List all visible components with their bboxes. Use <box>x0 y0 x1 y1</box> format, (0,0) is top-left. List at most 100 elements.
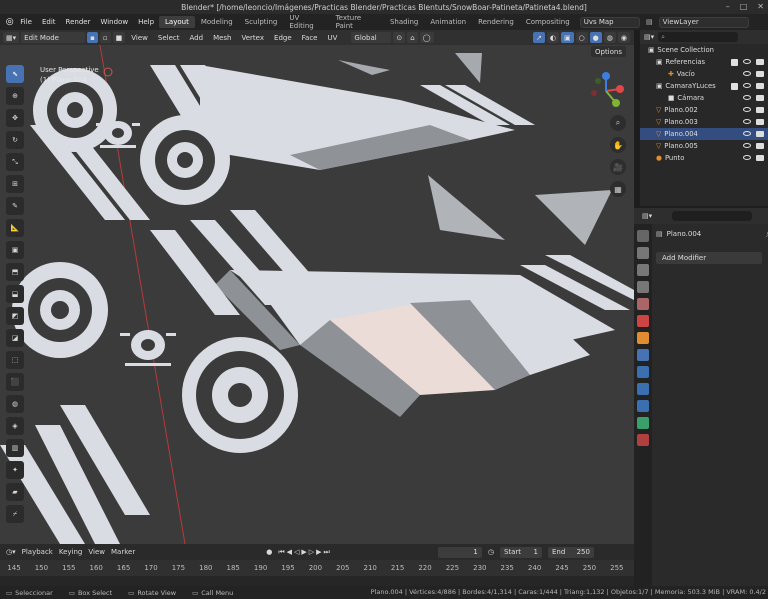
inset-tool-icon[interactable]: ⬓ <box>6 285 24 303</box>
transform-orientation-dropdown[interactable]: Global <box>351 32 392 43</box>
menu-playback[interactable]: Playback <box>22 548 53 556</box>
mesh-canvas[interactable] <box>0 45 634 544</box>
menu-uv[interactable]: UV <box>323 34 341 42</box>
outliner-row-punto[interactable]: ● Punto <box>640 152 768 164</box>
eye-icon[interactable] <box>743 95 751 100</box>
data-tab-icon[interactable] <box>637 417 649 429</box>
checkbox-icon[interactable] <box>731 58 738 66</box>
outliner-row-plano-004[interactable]: ▽ Plano.004 <box>640 128 768 140</box>
menu-view[interactable]: View <box>127 34 152 42</box>
navigation-gizmo[interactable] <box>586 71 626 111</box>
gizmo-toggle-icon[interactable]: ↗ <box>532 32 545 43</box>
playback-controls[interactable]: ⏮◀◁▶▷▶⏭ <box>278 548 332 557</box>
physics-tab-icon[interactable] <box>637 383 649 395</box>
render-camera-icon[interactable] <box>756 58 764 65</box>
shading-wire-icon[interactable]: ○ <box>575 32 588 43</box>
maximize-icon[interactable]: □ <box>740 2 748 11</box>
add-modifier-dropdown[interactable]: Add Modifier <box>656 252 762 264</box>
shading-render-icon[interactable]: ◉ <box>617 32 630 43</box>
transform-tool-icon[interactable]: ⊞ <box>6 175 24 193</box>
timeline-editor-icon[interactable]: ◷▾ <box>6 548 16 556</box>
menu-edit[interactable]: Edit <box>37 18 61 26</box>
menu-window[interactable]: Window <box>95 18 133 26</box>
perspective-grid-icon[interactable]: ▦ <box>610 181 626 197</box>
add-cube-tool-icon[interactable]: ▣ <box>6 241 24 259</box>
object-tab-icon[interactable] <box>637 332 649 344</box>
end-frame-field[interactable]: End 250 <box>547 546 594 558</box>
tab-animation[interactable]: Animation <box>424 16 472 28</box>
scale-tool-icon[interactable]: ⤡ <box>6 153 24 171</box>
eye-icon[interactable] <box>743 119 751 124</box>
record-icon[interactable]: ● <box>266 548 272 556</box>
cursor-tool-icon[interactable]: ⊕ <box>6 87 24 105</box>
outliner-row-referencias[interactable]: ▣ Referencias <box>640 56 768 68</box>
render-camera-icon[interactable] <box>756 107 764 113</box>
menu-view-timeline[interactable]: View <box>88 548 105 556</box>
timeline-scrollbar[interactable] <box>0 576 634 586</box>
scene-tab-icon[interactable] <box>637 298 649 310</box>
eye-icon[interactable] <box>743 143 751 148</box>
shear-tool-icon[interactable]: ▰ <box>6 483 24 501</box>
menu-face[interactable]: Face <box>298 34 322 42</box>
close-icon[interactable]: ✕ <box>757 2 764 11</box>
eye-icon[interactable] <box>743 155 751 160</box>
shading-material-icon[interactable]: ◍ <box>603 32 616 43</box>
measure-tool-icon[interactable]: 📐 <box>6 219 24 237</box>
modifier-tab-icon[interactable] <box>637 349 649 361</box>
menu-edge[interactable]: Edge <box>270 34 296 42</box>
xray-icon[interactable]: ▣ <box>560 32 574 43</box>
tab-texture-paint[interactable]: Texture Paint <box>330 12 384 32</box>
timeline-ruler[interactable]: 145 150 155 160 165 170 175 180 185 190 195 200 205 2… <box>0 560 634 586</box>
options-dropdown[interactable]: Options <box>590 46 626 57</box>
tab-compositing[interactable]: Compositing <box>520 16 576 28</box>
face-select-button[interactable]: ■ <box>112 32 126 43</box>
overlay-icon[interactable]: ◐ <box>546 32 559 43</box>
polybuild-tool-icon[interactable]: ⬛ <box>6 373 24 391</box>
proportional-icon[interactable]: ◯ <box>419 32 434 43</box>
edge-select-button[interactable]: ▫ <box>99 32 111 43</box>
menu-render[interactable]: Render <box>61 18 96 26</box>
menu-vertex[interactable]: Vertex <box>238 34 269 42</box>
particles-tab-icon[interactable] <box>637 366 649 378</box>
extrude-tool-icon[interactable]: ⬒ <box>6 263 24 281</box>
view-layer-selector[interactable]: ▤ ViewLayer <box>640 14 768 30</box>
world-tab-icon[interactable] <box>637 315 649 327</box>
knife-tool-icon[interactable]: ⬚ <box>6 351 24 369</box>
pan-hand-icon[interactable]: ✋ <box>610 137 626 153</box>
minimize-icon[interactable]: – <box>726 2 730 11</box>
tab-sculpting[interactable]: Sculpting <box>239 16 284 28</box>
constraints-tab-icon[interactable] <box>637 400 649 412</box>
camera-view-icon[interactable]: 🎥 <box>610 159 626 175</box>
pivot-icon[interactable]: ⊙ <box>393 32 406 43</box>
edit-mode-dropdown[interactable]: Edit Mode <box>21 32 86 43</box>
outliner-row-plano-003[interactable]: ▽ Plano.003 <box>640 116 768 128</box>
uvs-map-field[interactable]: Uvs Map <box>579 16 640 28</box>
outliner-row-plano-005[interactable]: ▽ Plano.005 <box>640 140 768 152</box>
outliner-row-camarayluces[interactable]: ▣ CamaraYLuces <box>640 80 768 92</box>
menu-mesh[interactable]: Mesh <box>209 34 235 42</box>
checkbox-icon[interactable] <box>731 82 738 90</box>
annotate-tool-icon[interactable]: ✎ <box>6 197 24 215</box>
vertex-select-button[interactable]: ▪ <box>87 32 98 43</box>
outliner-row-vac-o[interactable]: ✚ Vacío <box>640 68 768 80</box>
render-camera-icon[interactable] <box>756 143 764 149</box>
output-tab-icon[interactable] <box>637 264 649 276</box>
tool-tab-icon[interactable] <box>637 230 649 242</box>
render-camera-icon[interactable] <box>756 95 764 101</box>
tab-rendering[interactable]: Rendering <box>472 16 520 28</box>
material-tab-icon[interactable] <box>637 434 649 446</box>
blender-logo-icon[interactable]: ◎ <box>4 17 15 27</box>
select-tool-icon[interactable]: ⬉ <box>6 65 24 83</box>
spin-tool-icon[interactable]: ◍ <box>6 395 24 413</box>
eye-icon[interactable] <box>743 58 751 64</box>
shrink-tool-icon[interactable]: ✦ <box>6 461 24 479</box>
menu-add[interactable]: Add <box>186 34 208 42</box>
eye-icon[interactable] <box>743 107 751 112</box>
tab-modeling[interactable]: Modeling <box>195 16 239 28</box>
render-camera-icon[interactable] <box>756 71 764 77</box>
outliner-search[interactable]: ⌕ <box>658 32 739 42</box>
tab-shading[interactable]: Shading <box>384 16 424 28</box>
loopcut-tool-icon[interactable]: ◪ <box>6 329 24 347</box>
menu-keying[interactable]: Keying <box>59 548 83 556</box>
zoom-icon[interactable]: ⌕ <box>610 115 626 131</box>
